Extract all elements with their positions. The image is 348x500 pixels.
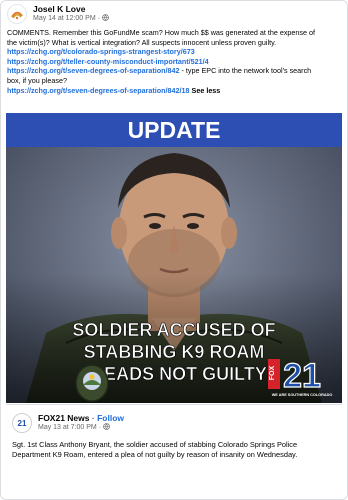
headline-line: STABBING K9 ROAM <box>84 342 265 362</box>
fox-logo-text: FOX <box>269 365 276 380</box>
page-name[interactable]: FOX21 News <box>38 413 90 423</box>
post-card: Josel K Love May 14 at 12:00 PM · COMMEN… <box>0 0 348 500</box>
post-link-line: https://zchg.org/t/seven-degrees-of-sepa… <box>7 66 341 76</box>
headline-line: PLEADS NOT GUILTY <box>81 364 267 384</box>
shared-post-text: Sgt. 1st Class Anthony Bryant, the soldi… <box>12 440 337 460</box>
page-name-line: FOX21 News · Follow <box>38 413 125 423</box>
author-avatar[interactable] <box>7 4 27 24</box>
post-link[interactable]: https://zchg.org/t/seven-degrees-of-sepa… <box>7 86 190 95</box>
post-text-line: box, if you please? <box>7 75 67 85</box>
fox21-number: 21 <box>283 357 321 395</box>
follow-button[interactable]: Follow <box>97 413 124 423</box>
post-link[interactable]: https://zchg.org/t/teller-county-miscond… <box>7 57 341 67</box>
see-less-button[interactable]: See less <box>192 86 221 95</box>
shared-post-timestamp[interactable]: May 13 at 7:00 PM <box>38 424 97 431</box>
post-timestamp[interactable]: May 14 at 12:00 PM <box>33 15 96 22</box>
post-meta: May 14 at 12:00 PM · <box>33 14 109 24</box>
post-image[interactable]: UPDATE SOLDIER ACCUSED OF STABBING K9 RO… <box>6 113 342 403</box>
news-graphic: UPDATE SOLDIER ACCUSED OF STABBING K9 RO… <box>6 113 342 403</box>
post-link[interactable]: https://zchg.org/t/colorado-springs-stra… <box>7 47 341 57</box>
globe-icon <box>103 423 110 430</box>
globe-icon <box>102 14 109 21</box>
update-banner-text: UPDATE <box>128 117 221 143</box>
post-header: Josel K Love May 14 at 12:00 PM · <box>7 4 109 24</box>
author-name[interactable]: Josel K Love <box>33 4 109 14</box>
shared-post-text-line: Department K9 Roam, entered a plea of no… <box>12 450 298 459</box>
shared-post-header: 21 FOX21 News · Follow May 13 at 7:00 PM… <box>12 413 124 433</box>
headline-line: SOLDIER ACCUSED OF <box>72 320 275 340</box>
army-patch-icon <box>75 364 109 402</box>
post-body: COMMENTS. Remember this GoFundMe scam? H… <box>7 28 341 95</box>
shared-post[interactable]: 21 FOX21 News · Follow May 13 at 7:00 PM… <box>6 404 342 497</box>
page-avatar[interactable]: 21 <box>12 413 32 433</box>
post-text-line: the victim(s)? What is vertical integrat… <box>7 37 277 47</box>
shared-post-meta: May 13 at 7:00 PM · <box>38 423 124 433</box>
page-avatar-text: 21 <box>17 418 27 428</box>
post-link-suffix: - type EPC into the network tool's searc… <box>179 66 312 76</box>
post-link[interactable]: https://zchg.org/t/seven-degrees-of-sepa… <box>7 66 180 75</box>
shared-post-text-line: Sgt. 1st Class Anthony Bryant, the soldi… <box>12 440 298 449</box>
post-link-line: https://zchg.org/t/seven-degrees-of-sepa… <box>7 86 341 96</box>
meta-separator: · <box>97 15 100 22</box>
logo-icon <box>11 11 23 20</box>
station-tagline: WE ARE SOUTHERN COLORADO <box>272 393 333 397</box>
post-text-line: COMMENTS. Remember this GoFundMe scam? H… <box>7 28 315 37</box>
